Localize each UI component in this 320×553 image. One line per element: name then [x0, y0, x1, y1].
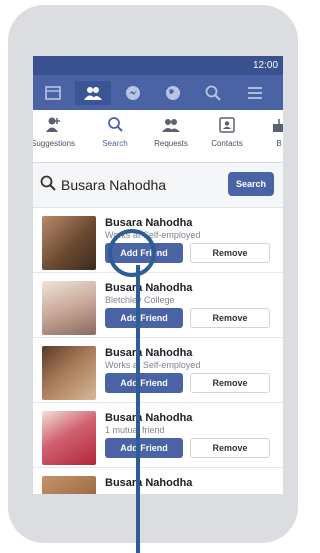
friends-icon[interactable] [75, 81, 111, 105]
remove-button[interactable]: Remove [190, 308, 270, 328]
avatar[interactable] [42, 216, 96, 270]
search-button[interactable]: Search [228, 172, 274, 196]
result-name[interactable]: Busara Nahodha [105, 477, 192, 489]
result-subtitle: 1 mutual friend [105, 425, 165, 435]
result-subtitle: Works at Self-employed [105, 360, 201, 370]
list-item: Busara Nahodha [33, 468, 283, 494]
tab-label: Suggestions [33, 139, 76, 148]
list-item: Busara Nahodha Works at Self-employed Ad… [33, 208, 283, 273]
tab-label: B [276, 139, 282, 148]
search-input[interactable]: Busara Nahodha [61, 177, 166, 193]
menu-icon[interactable] [237, 81, 273, 105]
people-icon [147, 116, 195, 136]
tab-birthdays[interactable]: B [255, 116, 283, 156]
search-icon[interactable] [195, 81, 231, 105]
list-item: Busara Nahodha Works at Self-employed Ad… [33, 338, 283, 403]
status-bar: 12:00 [33, 56, 283, 75]
phone-screen: 12:00 Suggestions Search Requests Contac… [33, 56, 283, 494]
remove-button[interactable]: Remove [190, 438, 270, 458]
add-friend-button[interactable]: Add Friend [105, 438, 183, 458]
pointer-line [136, 265, 140, 553]
tab-label: Search [102, 139, 128, 148]
remove-button[interactable]: Remove [190, 373, 270, 393]
messenger-icon[interactable] [115, 81, 151, 105]
tab-search[interactable]: Search [91, 116, 139, 156]
search-icon [40, 175, 56, 196]
avatar[interactable] [42, 281, 96, 335]
top-nav-bar [33, 75, 283, 110]
add-person-icon [33, 116, 77, 136]
search-bar: Busara Nahodha Search [33, 163, 283, 208]
newsfeed-icon[interactable] [35, 81, 71, 105]
status-time: 12:00 [253, 60, 279, 71]
avatar[interactable] [42, 346, 96, 400]
result-name[interactable]: Busara Nahodha [105, 282, 192, 294]
add-friend-button[interactable]: Add Friend [105, 373, 183, 393]
tab-suggestions[interactable]: Suggestions [33, 116, 77, 156]
list-item: Busara Nahodha Bletchley College Add Fri… [33, 273, 283, 338]
avatar[interactable] [42, 476, 96, 494]
friends-tab-bar: Suggestions Search Requests Contacts B [33, 110, 283, 163]
tab-requests[interactable]: Requests [147, 116, 195, 156]
result-name[interactable]: Busara Nahodha [105, 217, 192, 229]
add-friend-button[interactable]: Add Friend [105, 308, 183, 328]
highlight-circle [108, 229, 156, 277]
globe-icon[interactable] [155, 81, 191, 105]
result-name[interactable]: Busara Nahodha [105, 412, 192, 424]
remove-button[interactable]: Remove [190, 243, 270, 263]
birthday-icon [255, 116, 283, 136]
contact-card-icon [203, 116, 251, 136]
avatar[interactable] [42, 411, 96, 465]
tab-contacts[interactable]: Contacts [203, 116, 251, 156]
tab-label: Contacts [211, 139, 243, 148]
tab-label: Requests [154, 139, 188, 148]
search-icon [91, 116, 139, 136]
list-item: Busara Nahodha 1 mutual friend Add Frien… [33, 403, 283, 468]
result-name[interactable]: Busara Nahodha [105, 347, 192, 359]
